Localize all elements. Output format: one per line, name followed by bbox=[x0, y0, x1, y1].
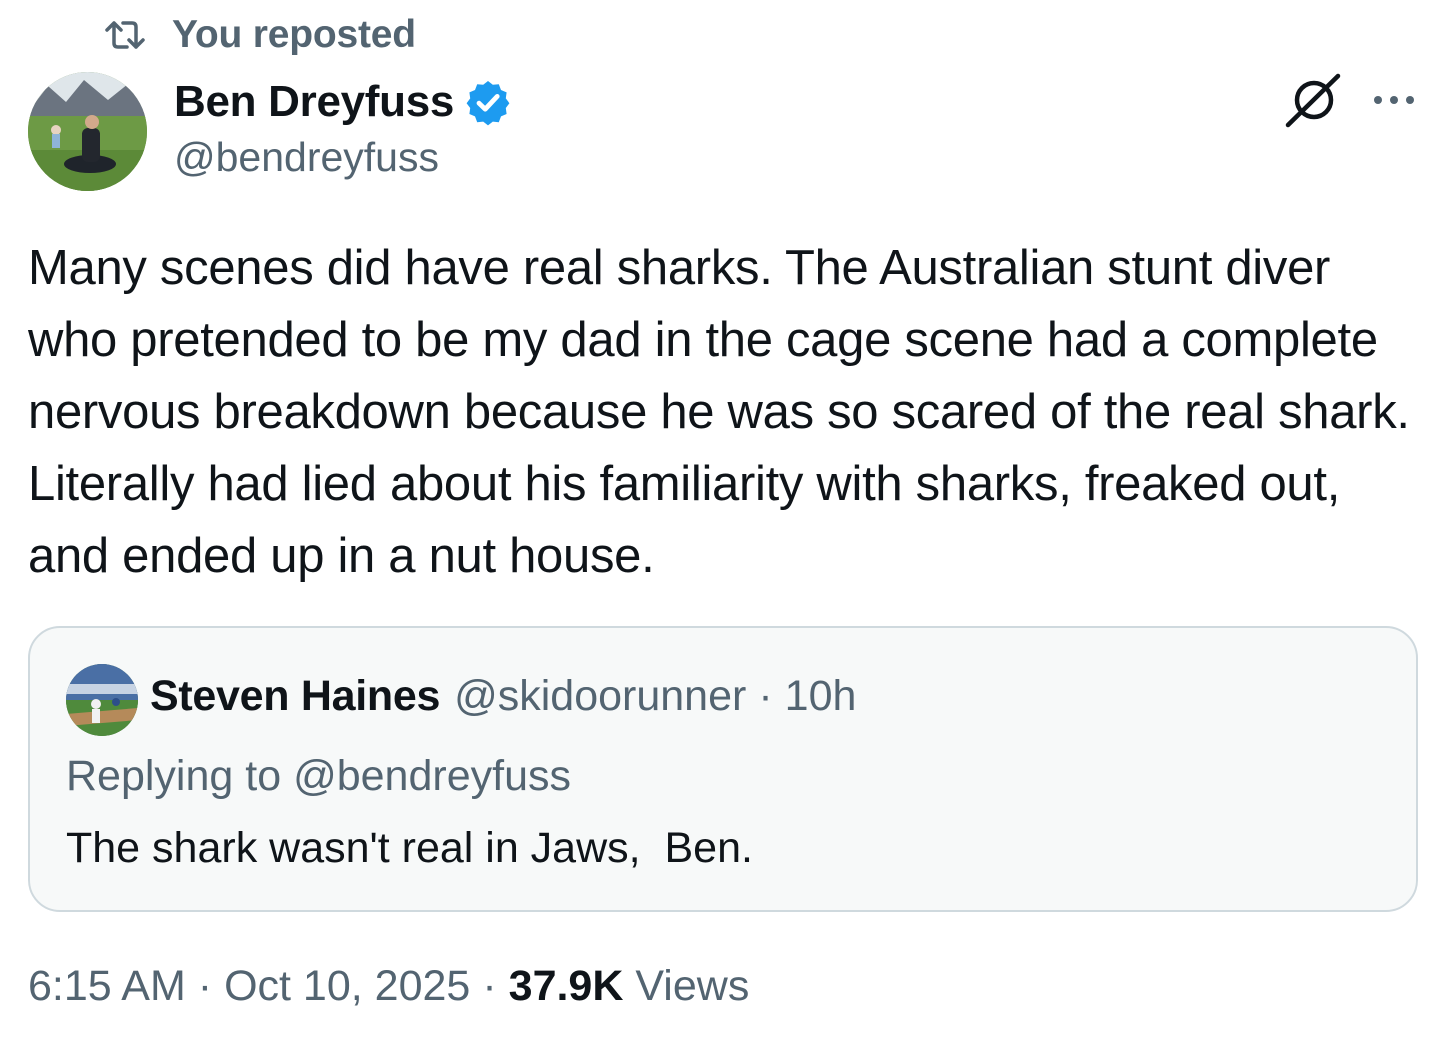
views-count: 37.9K bbox=[508, 962, 624, 1010]
tweet-meta: 6:15 AM · Oct 10, 2025 · 37.9K Views bbox=[28, 962, 749, 1011]
tweet-date[interactable]: Oct 10, 2025 bbox=[224, 962, 470, 1011]
quoted-tweet-time[interactable]: 10h bbox=[785, 672, 857, 721]
quoted-author-name[interactable]: Steven Haines bbox=[150, 672, 440, 721]
meta-separator: · bbox=[482, 962, 497, 1010]
author-avatar[interactable] bbox=[28, 72, 147, 191]
quoted-separator: · bbox=[758, 672, 773, 720]
more-icon[interactable] bbox=[1370, 82, 1418, 118]
tweet-time[interactable]: 6:15 AM bbox=[28, 962, 186, 1011]
repost-label: You reposted bbox=[172, 13, 416, 56]
quoted-author-handle[interactable]: @skidoorunner bbox=[454, 672, 746, 721]
grok-icon[interactable] bbox=[1284, 72, 1342, 130]
author-display-name[interactable]: Ben Dreyfuss bbox=[174, 77, 454, 127]
repost-banner: You reposted bbox=[102, 12, 416, 58]
tweet-text: Many scenes did have real sharks. The Au… bbox=[28, 241, 1410, 583]
author-name-row[interactable]: Ben Dreyfuss bbox=[174, 74, 512, 130]
repost-icon bbox=[102, 12, 148, 58]
verified-badge-icon bbox=[466, 81, 510, 126]
quoted-replying-to: Replying to @bendreyfuss bbox=[66, 752, 571, 800]
author-handle[interactable]: @bendreyfuss bbox=[174, 134, 439, 181]
meta-separator: · bbox=[197, 962, 213, 1010]
quoted-tweet-card[interactable]: Steven Haines @skidoorunner · 10h Replyi… bbox=[28, 626, 1418, 912]
quoted-author-avatar[interactable] bbox=[66, 664, 138, 736]
quoted-tweet-header: Steven Haines @skidoorunner · 10h bbox=[150, 672, 856, 721]
views-label: Views bbox=[635, 962, 750, 1010]
quoted-tweet-text: The shark wasn't real in Jaws, Ben. bbox=[66, 824, 753, 872]
